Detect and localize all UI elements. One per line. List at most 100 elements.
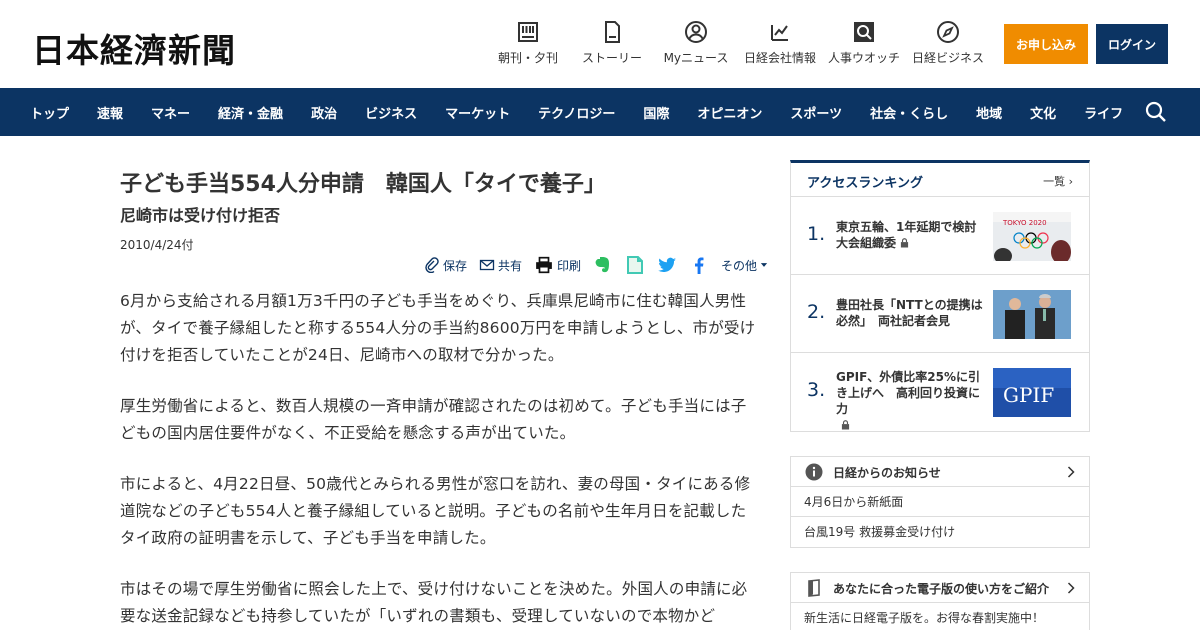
user-icon — [685, 21, 707, 43]
tool-story[interactable]: ストーリー — [568, 20, 656, 66]
rank-thumbnail-olympics: TOKYO 2020 — [993, 212, 1071, 261]
nav-item[interactable]: 社会・くらし — [870, 103, 948, 122]
rank-number: 1. — [807, 223, 826, 245]
rank-number: 3. — [807, 379, 826, 401]
nikkei-notices: 日経からのお知らせ 4月6日から新紙面 台風19号 救援募金受け付け — [790, 456, 1090, 548]
article: 子ども手当554人分申請 韓国人「タイで養子」 尼崎市は受け付け拒否 2010/… — [120, 170, 768, 625]
info-icon — [805, 463, 823, 481]
nav-item[interactable]: オピニオン — [697, 103, 762, 122]
olympics-image: TOKYO 2020 — [993, 212, 1071, 261]
notice-header[interactable]: 日経からのお知らせ — [791, 457, 1089, 487]
share-label: 共有 — [498, 258, 523, 273]
tool-print-edition[interactable]: 朝刊・夕刊 — [488, 20, 568, 66]
share-button[interactable]: 共有 — [479, 257, 522, 274]
gpif-image: GPIF — [993, 368, 1071, 417]
nav-item[interactable]: 国際 — [643, 103, 669, 122]
article-paragraph: 厚生労働省によると、数百人規模の一斉申請が確認されたのは初めて。子ども手当には子… — [120, 397, 747, 442]
site-logo[interactable]: 日本経濟新聞 — [32, 24, 236, 72]
rank-headline-text: GPIF、外債比率25%に引き上げへ 高利回り投資に力 — [836, 370, 981, 416]
facebook-icon[interactable] — [689, 255, 709, 275]
notice-item[interactable]: 台風19号 救援募金受け付け — [791, 517, 1089, 547]
article-date: 2010/4/24付 — [120, 238, 194, 252]
tool-label: 朝刊・夕刊 — [497, 51, 558, 65]
article-subtitle: 尼崎市は受け付け拒否 — [120, 206, 281, 225]
book-icon — [808, 579, 820, 597]
gpif-sign-text: GPIF — [1003, 383, 1054, 407]
nav-item[interactable]: 政治 — [311, 103, 337, 122]
ranking-item[interactable]: 2. 豊田社長「NTTとの提携は必然」 両社記者会見 — [791, 275, 1089, 353]
tool-my-news[interactable]: Myニュース — [656, 20, 736, 66]
mail-icon — [479, 259, 495, 271]
search-icon[interactable] — [1144, 100, 1168, 124]
ranking-item[interactable]: 3. GPIF、外債比率25%に引き上げへ 高利回り投資に力 GPIF — [791, 353, 1089, 431]
more-label: その他 — [721, 258, 758, 273]
caret-down-icon — [760, 263, 768, 267]
rank-thumbnail-gpif: GPIF — [993, 368, 1071, 417]
lock-icon — [900, 238, 909, 248]
tool-label: ストーリー — [581, 51, 642, 65]
article-paragraph: 6月から支給される月額1万3千円の子ども手当をめぐり、兵庫県尼崎市に住む韓国人男… — [120, 292, 756, 364]
lock-icon — [841, 420, 850, 430]
rank-headline: GPIF、外債比率25%に引き上げへ 高利回り投資に力 — [836, 369, 986, 433]
nav-item[interactable]: マーケット — [445, 103, 510, 122]
chevron-right-icon — [1067, 466, 1075, 478]
print-button[interactable]: 印刷 — [534, 256, 581, 274]
nav-item[interactable]: 速報 — [97, 103, 123, 122]
note-icon[interactable] — [625, 255, 645, 275]
guide-header[interactable]: あなたに合った電子版の使い方をご紹介 — [791, 573, 1089, 603]
tool-nikkei-business[interactable]: 日経ビジネス — [904, 20, 992, 66]
guide-title: あなたに合った電子版の使い方をご紹介 — [833, 582, 1050, 596]
chevron-right-icon: › — [1068, 175, 1073, 188]
tool-label: 日経会社情報 — [743, 51, 816, 65]
article-title: 子ども手当554人分申請 韓国人「タイで養子」 — [120, 172, 606, 197]
rank-headline: 東京五輪、1年延期で検討 大会組織委 — [836, 219, 988, 251]
rank-thumbnail-press — [993, 290, 1071, 339]
newspaper-icon — [518, 22, 538, 42]
evernote-icon[interactable] — [593, 255, 613, 275]
tool-personnel-watch[interactable]: 人事ウオッチ — [824, 20, 904, 66]
olympics-sign-text: TOKYO 2020 — [1002, 219, 1047, 227]
ranking-more-link[interactable]: 一覧 › — [1043, 173, 1073, 189]
nav-item[interactable]: マネー — [151, 103, 190, 122]
ranking-header: アクセスランキング 一覧 › — [791, 163, 1089, 197]
nav-item[interactable]: 経済・金融 — [218, 103, 283, 122]
print-label: 印刷 — [557, 258, 582, 273]
ranking-more-label: 一覧 — [1043, 175, 1066, 188]
article-paragraph: 市によると、4月22日昼、50歳代とみられる男性が窓口を訪れ、妻の母国・タイにあ… — [120, 475, 751, 547]
nav-item[interactable]: テクノロジー — [538, 103, 615, 122]
more-share-dropdown[interactable]: その他 — [721, 257, 772, 274]
tool-label: 日経ビジネス — [911, 51, 984, 65]
nav-items: トップ 速報 マネー 経済・金融 政治 ビジネス マーケット テクノロジー 国際 オピニオン スポー… — [30, 88, 1151, 136]
twitter-icon[interactable] — [657, 255, 677, 275]
save-button[interactable]: 保存 — [424, 257, 467, 274]
notice-title: 日経からのお知らせ — [833, 466, 941, 480]
article-paragraph: 市はその場で厚生労働省に照会した上で、受け付けないことを決めた。外国人の申請に必… — [120, 580, 748, 625]
guide-text[interactable]: 新生活に日経電子版を。お得な春割実施中！ — [791, 603, 1089, 630]
compass-icon — [937, 21, 959, 43]
site-header: 日本経濟新聞 朝刊・夕刊 ストーリー Myニュース 日経会社情報 人事ウオッチ … — [0, 0, 1200, 88]
chart-icon — [771, 25, 788, 41]
nav-item[interactable]: 文化 — [1030, 103, 1056, 122]
nav-item[interactable]: ライフ — [1084, 103, 1123, 122]
chevron-right-icon — [1067, 582, 1075, 594]
nav-item[interactable]: スポーツ — [790, 103, 842, 122]
ranking-title: アクセスランキング — [807, 176, 923, 191]
notice-item[interactable]: 4月6日から新紙面 — [791, 487, 1089, 517]
tool-label: Myニュース — [663, 51, 729, 65]
header-tools: 朝刊・夕刊 ストーリー Myニュース 日経会社情報 人事ウオッチ 日経ビジネス — [488, 20, 992, 66]
nav-item[interactable]: ビジネス — [365, 103, 417, 122]
save-label: 保存 — [443, 258, 468, 273]
ranking-item[interactable]: 1. 東京五輪、1年延期で検討 大会組織委 TOKYO 2020 — [791, 197, 1089, 275]
nav-item[interactable]: 地域 — [976, 103, 1002, 122]
document-icon — [605, 21, 620, 43]
clip-icon — [425, 257, 439, 273]
share-toolbar: 保存 共有 印刷 その他 — [424, 254, 784, 276]
main-nav: トップ 速報 マネー 経済・金融 政治 ビジネス マーケット テクノロジー 国際 オピニオン スポー… — [0, 88, 1200, 136]
digital-guide: あなたに合った電子版の使い方をご紹介 新生活に日経電子版を。お得な春割実施中！ — [790, 572, 1090, 630]
subscribe-button[interactable]: お申し込み — [1004, 24, 1088, 64]
login-button[interactable]: ログイン — [1096, 24, 1168, 64]
search-person-icon — [854, 22, 874, 42]
nav-item[interactable]: トップ — [30, 103, 69, 122]
access-ranking: アクセスランキング 一覧 › 1. 東京五輪、1年延期で検討 大会組織委 TOK… — [790, 160, 1090, 432]
tool-company-info[interactable]: 日経会社情報 — [736, 20, 824, 66]
